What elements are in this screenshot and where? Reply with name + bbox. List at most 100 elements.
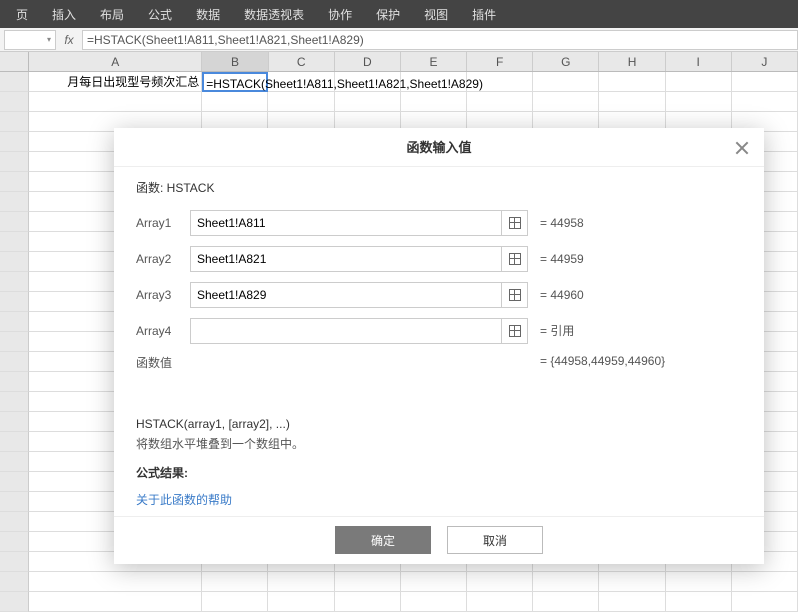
cell[interactable] (29, 592, 202, 612)
cell[interactable] (666, 92, 732, 112)
row-header[interactable] (0, 532, 29, 552)
menu-plugins[interactable]: 插件 (460, 0, 508, 28)
array2-input[interactable] (191, 247, 501, 271)
cell[interactable] (401, 592, 467, 612)
range-select-button[interactable] (501, 319, 527, 343)
menu-layout[interactable]: 布局 (88, 0, 136, 28)
range-select-button[interactable] (501, 247, 527, 271)
cell[interactable] (533, 92, 599, 112)
cell[interactable] (268, 572, 334, 592)
cell[interactable] (335, 92, 401, 112)
col-header-I[interactable]: I (666, 52, 732, 71)
menu-page[interactable]: 页 (4, 0, 40, 28)
row-header[interactable] (0, 272, 29, 292)
cancel-button[interactable]: 取消 (447, 526, 543, 554)
cell[interactable] (666, 592, 732, 612)
row-header[interactable] (0, 72, 29, 92)
row-header[interactable] (0, 452, 29, 472)
cell[interactable] (401, 92, 467, 112)
menu-protect[interactable]: 保护 (364, 0, 412, 28)
name-box[interactable]: ▾ (4, 30, 56, 50)
menu-data[interactable]: 数据 (184, 0, 232, 28)
row-header[interactable] (0, 512, 29, 532)
cell[interactable] (467, 572, 533, 592)
row-header[interactable] (0, 232, 29, 252)
cell[interactable] (268, 592, 334, 612)
cell[interactable] (599, 92, 665, 112)
cell[interactable] (467, 592, 533, 612)
row-header[interactable] (0, 572, 29, 592)
range-select-button[interactable] (501, 283, 527, 307)
col-header-C[interactable]: C (269, 52, 335, 71)
row-header[interactable] (0, 412, 29, 432)
row-header[interactable] (0, 192, 29, 212)
cell[interactable] (401, 572, 467, 592)
col-header-E[interactable]: E (401, 52, 467, 71)
row-header[interactable] (0, 352, 29, 372)
cell[interactable] (533, 72, 599, 92)
cell[interactable] (533, 592, 599, 612)
row-header[interactable] (0, 472, 29, 492)
menu-collab[interactable]: 协作 (316, 0, 364, 28)
col-header-H[interactable]: H (599, 52, 665, 71)
cell[interactable] (335, 572, 401, 592)
row-header[interactable] (0, 112, 29, 132)
select-all-corner[interactable] (0, 52, 29, 71)
menu-formula[interactable]: 公式 (136, 0, 184, 28)
help-link[interactable]: 关于此函数的帮助 (136, 491, 742, 508)
array3-input[interactable] (191, 283, 501, 307)
row-header[interactable] (0, 552, 29, 572)
col-header-D[interactable]: D (335, 52, 401, 71)
row-header[interactable] (0, 492, 29, 512)
row-header[interactable] (0, 292, 29, 312)
col-header-B[interactable]: B (202, 52, 268, 71)
cell[interactable] (599, 572, 665, 592)
cell-B1[interactable]: =HSTACK(Sheet1!A811,Sheet1!A821,Sheet1!A… (202, 72, 268, 92)
cell[interactable] (732, 72, 798, 92)
col-header-J[interactable]: J (732, 52, 798, 71)
argument-row: Array2 = 44959 (136, 246, 742, 272)
menu-pivot[interactable]: 数据透视表 (232, 0, 316, 28)
cell[interactable] (29, 572, 202, 592)
fx-label[interactable]: fx (56, 33, 82, 47)
row-header[interactable] (0, 132, 29, 152)
cell[interactable] (732, 592, 798, 612)
row-header[interactable] (0, 172, 29, 192)
ok-button[interactable]: 确定 (335, 526, 431, 554)
row-header[interactable] (0, 392, 29, 412)
row-header[interactable] (0, 252, 29, 272)
row-header[interactable] (0, 312, 29, 332)
menu-insert[interactable]: 插入 (40, 0, 88, 28)
cell[interactable] (732, 572, 798, 592)
cell[interactable] (29, 92, 202, 112)
cell-A1[interactable]: 月每日出现型号频次汇总 (29, 72, 202, 92)
cell[interactable] (202, 572, 268, 592)
cell[interactable] (467, 92, 533, 112)
cell[interactable] (599, 72, 665, 92)
row-header[interactable] (0, 332, 29, 352)
row-header[interactable] (0, 92, 29, 112)
cell[interactable] (732, 92, 798, 112)
formula-input[interactable]: =HSTACK(Sheet1!A811,Sheet1!A821,Sheet1!A… (82, 30, 798, 50)
close-icon[interactable] (732, 138, 752, 158)
cell[interactable] (666, 72, 732, 92)
range-select-button[interactable] (501, 211, 527, 235)
cell[interactable] (533, 572, 599, 592)
cell[interactable] (202, 92, 268, 112)
menu-view[interactable]: 视图 (412, 0, 460, 28)
row-header[interactable] (0, 432, 29, 452)
array1-input[interactable] (191, 211, 501, 235)
cell[interactable] (268, 92, 334, 112)
array4-input[interactable] (191, 319, 501, 343)
row-header[interactable] (0, 372, 29, 392)
col-header-A[interactable]: A (29, 52, 202, 71)
row-header[interactable] (0, 592, 29, 612)
cell[interactable] (335, 592, 401, 612)
cell[interactable] (599, 592, 665, 612)
row-header[interactable] (0, 152, 29, 172)
row-header[interactable] (0, 212, 29, 232)
col-header-F[interactable]: F (467, 52, 533, 71)
col-header-G[interactable]: G (533, 52, 599, 71)
cell[interactable] (202, 592, 268, 612)
cell[interactable] (666, 572, 732, 592)
